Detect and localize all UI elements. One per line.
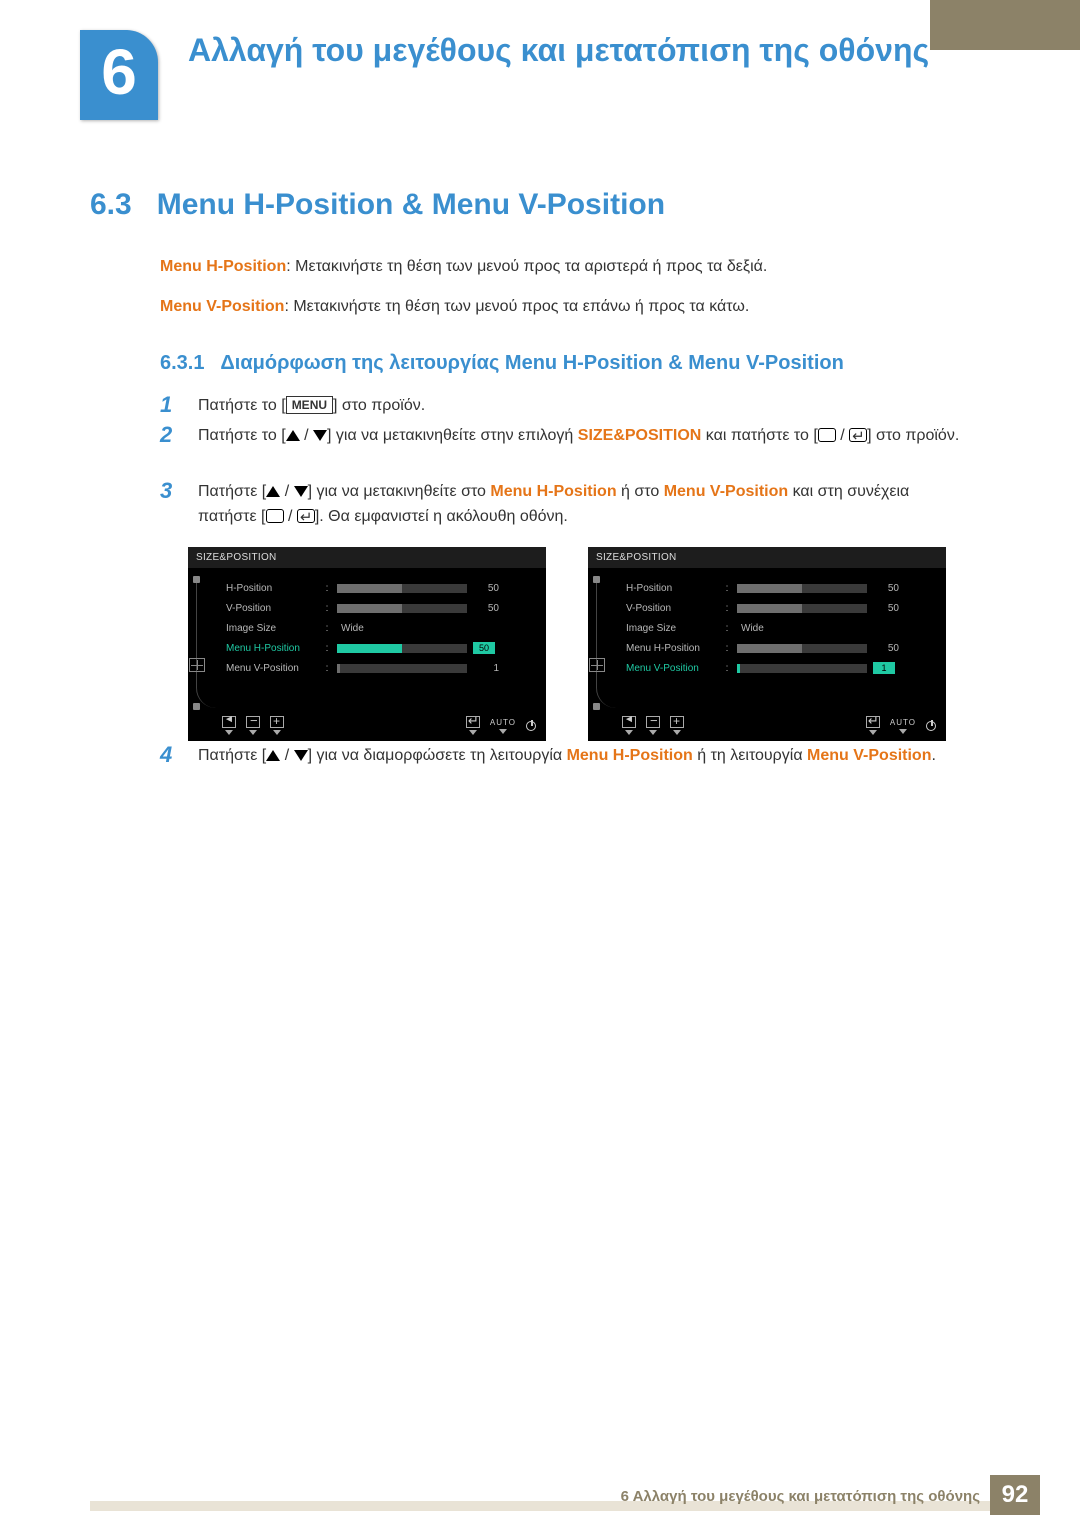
step-num-4: 4 bbox=[160, 744, 180, 769]
footer-text: 6 Αλλαγή του μεγέθους και μετατόπιση της… bbox=[621, 1488, 980, 1505]
s2c: και πατήστε το [ bbox=[701, 427, 817, 444]
s3d: ]. Θα εμφανιστεί η ακόλουθη οθόνη. bbox=[315, 508, 568, 525]
section-heading: 6.3 Menu H-Position & Menu V-Position bbox=[90, 188, 665, 222]
plus-icon bbox=[670, 716, 684, 728]
osd-title: SIZE&POSITION bbox=[588, 547, 946, 568]
section-title: Menu H-Position & Menu V-Position bbox=[157, 188, 665, 221]
s3v: Menu V-Position bbox=[664, 483, 788, 500]
source-icon bbox=[818, 428, 836, 442]
minus-icon bbox=[646, 716, 660, 728]
osd-row-4: Menu V-Position: 1 bbox=[622, 658, 936, 678]
s4v: Menu V-Position bbox=[807, 747, 931, 764]
label-v-position: Menu V-Position bbox=[160, 298, 284, 315]
s4b: ] για να διαμορφώσετε τη λειτουργία bbox=[308, 747, 567, 764]
s2d: ] στο προϊόν. bbox=[867, 427, 959, 444]
up-arrow-icon bbox=[286, 430, 300, 441]
enter-icon bbox=[866, 716, 880, 728]
osd-rail bbox=[196, 578, 216, 708]
minus-icon bbox=[246, 716, 260, 728]
s3b: ] για να μετακινηθείτε στο bbox=[308, 483, 491, 500]
chapter-title: Αλλαγή του μεγέθους και μετατόπιση της ο… bbox=[188, 30, 929, 70]
step-1: 1 Πατήστε το [MENU] στο προϊόν. bbox=[160, 394, 960, 419]
osd-row-3: Menu H-Position: 50 bbox=[622, 638, 936, 658]
enter-icon bbox=[297, 509, 315, 523]
subsection-title: Διαμόρφωση της λειτουργίας Menu H-Positi… bbox=[220, 352, 843, 374]
step-3: 3 Πατήστε [ / ] για να μετακινηθείτε στο… bbox=[160, 480, 960, 530]
s3or: ή στο bbox=[617, 483, 664, 500]
text-v-position: : Μετακινήστε τη θέση των μενού προς τα … bbox=[284, 298, 749, 315]
s4a: Πατήστε [ bbox=[198, 747, 266, 764]
s1a: Πατήστε το [ bbox=[198, 397, 286, 414]
page-footer: 6 Αλλαγή του μεγέθους και μετατόπιση της… bbox=[0, 1475, 1080, 1515]
up-arrow-icon bbox=[266, 486, 280, 497]
intro-h-position: Menu H-Position: Μετακινήστε τη θέση των… bbox=[160, 256, 960, 278]
osd-rail bbox=[596, 578, 616, 708]
s4or: ή τη λειτουργία bbox=[693, 747, 807, 764]
auto-label: AUTO bbox=[890, 718, 916, 727]
step-num-2: 2 bbox=[160, 424, 180, 449]
enter-icon bbox=[849, 428, 867, 442]
section-number: 6.3 bbox=[90, 188, 132, 221]
osd-row-0: H-Position: 50 bbox=[222, 578, 536, 598]
enter-icon bbox=[466, 716, 480, 728]
step-num-3: 3 bbox=[160, 480, 180, 530]
text-h-position: : Μετακινήστε τη θέση των μενού προς τα … bbox=[286, 258, 767, 275]
osd-row-3: Menu H-Position: 50 bbox=[222, 638, 536, 658]
menu-key-icon: MENU bbox=[286, 396, 333, 414]
down-arrow-icon bbox=[294, 486, 308, 497]
plus-icon bbox=[270, 716, 284, 728]
label-h-position: Menu H-Position bbox=[160, 258, 286, 275]
osd-title: SIZE&POSITION bbox=[188, 547, 546, 568]
osd-row-1: V-Position: 50 bbox=[222, 598, 536, 618]
osd-row-0: H-Position: 50 bbox=[622, 578, 936, 598]
intro-v-position: Menu V-Position: Μετακινήστε τη θέση των… bbox=[160, 296, 960, 318]
down-arrow-icon bbox=[313, 430, 327, 441]
osd-panel-left: SIZE&POSITION H-Position: 50 V-Position:… bbox=[188, 547, 546, 741]
s2b: ] για να μετακινηθείτε στην επιλογή bbox=[327, 427, 578, 444]
page-number: 92 bbox=[990, 1475, 1040, 1515]
power-icon bbox=[926, 721, 936, 731]
osd-screenshots: SIZE&POSITION H-Position: 50 V-Position:… bbox=[188, 547, 946, 741]
size-position-icon bbox=[589, 658, 605, 672]
up-arrow-icon bbox=[266, 750, 280, 761]
power-icon bbox=[526, 721, 536, 731]
osd-row-2: Image Size: Wide bbox=[222, 618, 536, 638]
chapter-number-badge: 6 bbox=[80, 30, 158, 120]
osd-footer: AUTO bbox=[188, 710, 546, 735]
s4h: Menu H-Position bbox=[567, 747, 693, 764]
osd-row-4: Menu V-Position: 1 bbox=[222, 658, 536, 678]
osd-panel-right: SIZE&POSITION H-Position: 50 V-Position:… bbox=[588, 547, 946, 741]
size-position-icon bbox=[189, 658, 205, 672]
s3h: Menu H-Position bbox=[490, 483, 616, 500]
source-icon bbox=[266, 509, 284, 523]
osd-footer: AUTO bbox=[588, 710, 946, 735]
s2a: Πατήστε το [ bbox=[198, 427, 286, 444]
header-accent bbox=[930, 0, 1080, 50]
size-position-label: SIZE&POSITION bbox=[578, 427, 702, 444]
back-icon bbox=[222, 716, 236, 728]
s3a: Πατήστε [ bbox=[198, 483, 266, 500]
osd-row-1: V-Position: 50 bbox=[622, 598, 936, 618]
subsection-number: 6.3.1 bbox=[160, 352, 204, 374]
step-num-1: 1 bbox=[160, 394, 180, 419]
chapter-header: 6 Αλλαγή του μεγέθους και μετατόπιση της… bbox=[80, 30, 929, 120]
step-4: 4 Πατήστε [ / ] για να διαμορφώσετε τη λ… bbox=[160, 744, 960, 769]
step-2: 2 Πατήστε το [ / ] για να μετακινηθείτε … bbox=[160, 424, 960, 449]
s4c: . bbox=[931, 747, 935, 764]
osd-row-2: Image Size: Wide bbox=[622, 618, 936, 638]
s1b: ] στο προϊόν. bbox=[333, 397, 425, 414]
back-icon bbox=[622, 716, 636, 728]
subsection-heading: 6.3.1 Διαμόρφωση της λειτουργίας Menu H-… bbox=[160, 352, 844, 375]
down-arrow-icon bbox=[294, 750, 308, 761]
auto-label: AUTO bbox=[490, 718, 516, 727]
